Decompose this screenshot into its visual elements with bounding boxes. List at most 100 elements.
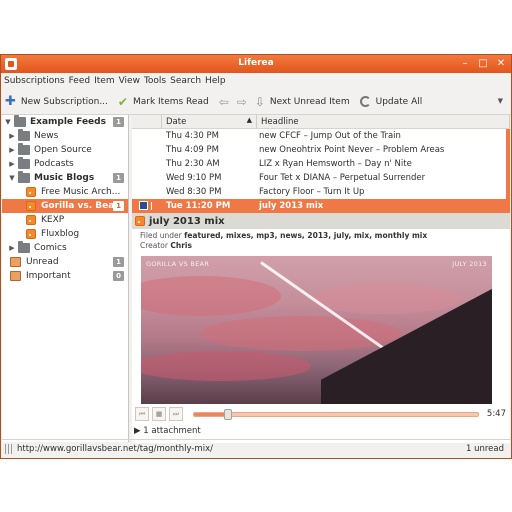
feed-label: Gorilla vs. Bear xyxy=(41,201,119,211)
menu-view[interactable]: View xyxy=(119,76,144,86)
feed-label: Important xyxy=(26,271,71,281)
checkmark-icon: ✔ xyxy=(117,94,128,109)
rss-feed-icon xyxy=(26,187,36,197)
article-tags[interactable]: featured, mixes, mp3, news, 2013, july, … xyxy=(184,231,427,240)
column-date-label: Date xyxy=(166,117,187,127)
menu-subscriptions[interactable]: Subscriptions xyxy=(4,76,69,86)
update-all-label: Update All xyxy=(375,96,423,107)
maximize-icon[interactable]: □ xyxy=(477,58,489,70)
menu-bar: Subscriptions Feed Item View Tools Searc… xyxy=(1,73,511,89)
feed-folder-open-source[interactable]: ▶ Open Source xyxy=(2,143,128,157)
feed-gorilla-vs-bear[interactable]: Gorilla vs. Bear 1 xyxy=(2,199,128,213)
search-folder-important[interactable]: Important 0 xyxy=(2,269,128,283)
column-date[interactable]: Date ▲ xyxy=(162,115,257,128)
liferea-window: Liferea – □ ✕ Subscriptions Feed Item Vi… xyxy=(0,54,512,459)
sort-up-icon: ▲ xyxy=(246,116,252,124)
toolbar: ✚ New Subscription... ✔ Mark Items Read … xyxy=(1,89,511,115)
article-creator: Chris xyxy=(170,241,192,250)
mark-items-read-label: Mark Items Read xyxy=(132,96,209,107)
folder-icon xyxy=(14,115,26,127)
article-meta: Filed under featured, mixes, mp3, news, … xyxy=(132,229,510,251)
item-list-header: Date ▲ Headline xyxy=(132,115,510,129)
item-row-selected[interactable]: Tue 11:20 PM july 2013 mix xyxy=(132,199,510,213)
menu-help[interactable]: Help xyxy=(205,76,230,86)
attachments-expander[interactable]: ▶ 1 attachment xyxy=(132,426,201,436)
rss-feed-icon xyxy=(26,229,36,239)
next-unread-button[interactable]: ⇩ Next Unread Item xyxy=(255,95,350,109)
unread-count-badge: 1 xyxy=(113,117,124,127)
feed-folder-news[interactable]: ▶ News xyxy=(2,129,128,143)
expand-arrow-icon[interactable]: ▶ xyxy=(8,160,16,168)
folder-icon xyxy=(18,171,30,183)
update-all-button[interactable]: Update All xyxy=(359,96,423,107)
item-headline: Factory Floor – Turn It Up xyxy=(259,187,365,197)
status-bar: http://www.gorillavsbear.net/tag/monthly… xyxy=(2,439,510,457)
enclosure-icon xyxy=(139,201,148,210)
menu-tools[interactable]: Tools xyxy=(144,76,170,86)
menu-search[interactable]: Search xyxy=(170,76,205,86)
search-folder-icon xyxy=(10,257,21,267)
search-folder-unread[interactable]: Unread 1 xyxy=(2,255,128,269)
column-headline-label: Headline xyxy=(261,117,299,127)
seek-handle[interactable] xyxy=(224,408,233,420)
menu-item[interactable]: Item xyxy=(94,76,119,86)
new-subscription-button[interactable]: ✚ New Subscription... xyxy=(5,93,108,109)
item-date: Wed 9:10 PM xyxy=(166,173,222,183)
feed-folder-example-feeds[interactable]: ▼ Example Feeds 1 xyxy=(2,115,128,129)
next-icon[interactable]: ⏭ xyxy=(169,407,183,421)
item-row[interactable]: Thu 4:09 PM new Oneohtrix Point Never – … xyxy=(132,143,510,157)
status-unread-count: 1 unread xyxy=(465,443,504,454)
expand-arrow-icon[interactable]: ▶ xyxy=(8,132,16,140)
previous-icon[interactable]: ⏮ xyxy=(135,407,149,421)
column-headline[interactable]: Headline xyxy=(257,115,510,128)
expand-arrow-icon[interactable]: ▶ xyxy=(8,244,16,252)
item-row[interactable]: Wed 9:10 PM Four Tet x DIANA – Perpetual… xyxy=(132,171,510,185)
item-list-scrollbar[interactable] xyxy=(506,129,510,199)
expand-arrow-icon[interactable]: ▶ xyxy=(8,146,16,154)
close-icon[interactable]: ✕ xyxy=(495,58,507,70)
stop-icon[interactable]: ■ xyxy=(152,407,166,421)
feed-folder-comics[interactable]: ▶ Comics xyxy=(2,241,128,255)
next-unread-label: Next Unread Item xyxy=(269,96,350,107)
creator-label: Creator xyxy=(140,241,168,250)
article-view: july 2013 mix Filed under featured, mixe… xyxy=(132,213,510,443)
down-arrow-icon: ⇩ xyxy=(254,94,265,109)
window-title: Liferea xyxy=(238,58,274,68)
item-date: Thu 2:30 AM xyxy=(166,159,220,169)
feed-folder-podcasts[interactable]: ▶ Podcasts xyxy=(2,157,128,171)
grip-icon xyxy=(5,443,13,454)
title-bar[interactable]: Liferea – □ ✕ xyxy=(1,55,511,73)
feed-label: Comics xyxy=(34,243,67,253)
column-icons[interactable] xyxy=(132,115,162,128)
article-title[interactable]: july 2013 mix xyxy=(149,216,225,227)
item-row[interactable]: Wed 8:30 PM Factory Floor – Turn It Up xyxy=(132,185,510,199)
collapse-arrow-icon[interactable]: ▼ xyxy=(8,174,16,182)
mark-items-read-button[interactable]: ✔ Mark Items Read xyxy=(118,95,209,109)
search-folder-icon xyxy=(10,271,21,281)
feed-label: News xyxy=(34,131,59,141)
flag-icon xyxy=(151,201,157,210)
feed-fluxblog[interactable]: Fluxblog xyxy=(2,227,128,241)
minimize-icon[interactable]: – xyxy=(459,58,471,70)
toolbar-overflow-icon[interactable]: ▼ xyxy=(498,97,503,105)
back-arrow-icon[interactable]: ⇦ xyxy=(219,95,229,109)
forward-arrow-icon[interactable]: ⇨ xyxy=(237,95,247,109)
item-row[interactable]: Thu 2:30 AM LIZ x Ryan Hemsworth – Day n… xyxy=(132,157,510,171)
feed-kexp[interactable]: KEXP xyxy=(2,213,128,227)
folder-icon xyxy=(18,241,30,253)
item-headline: new Oneohtrix Point Never – Problem Area… xyxy=(259,145,445,155)
item-row[interactable]: Thu 4:30 PM new CFCF – Jump Out of the T… xyxy=(132,129,510,143)
feed-free-music-archive[interactable]: Free Music Arch... xyxy=(2,185,128,199)
menu-feed[interactable]: Feed xyxy=(69,76,94,86)
collapse-arrow-icon[interactable]: ▼ xyxy=(4,118,12,126)
plus-icon: ✚ xyxy=(5,93,16,109)
feed-label: KEXP xyxy=(41,215,65,225)
item-date: Thu 4:30 PM xyxy=(166,131,219,141)
feed-label: Podcasts xyxy=(34,159,74,169)
feed-label: Music Blogs xyxy=(34,173,95,183)
seek-slider[interactable] xyxy=(193,408,479,420)
item-headline: Four Tet x DIANA – Perpetual Surrender xyxy=(259,173,426,183)
feed-folder-music-blogs[interactable]: ▼ Music Blogs 1 xyxy=(2,171,128,185)
attachments-label: 1 attachment xyxy=(143,426,201,436)
article-header: july 2013 mix xyxy=(132,213,510,229)
